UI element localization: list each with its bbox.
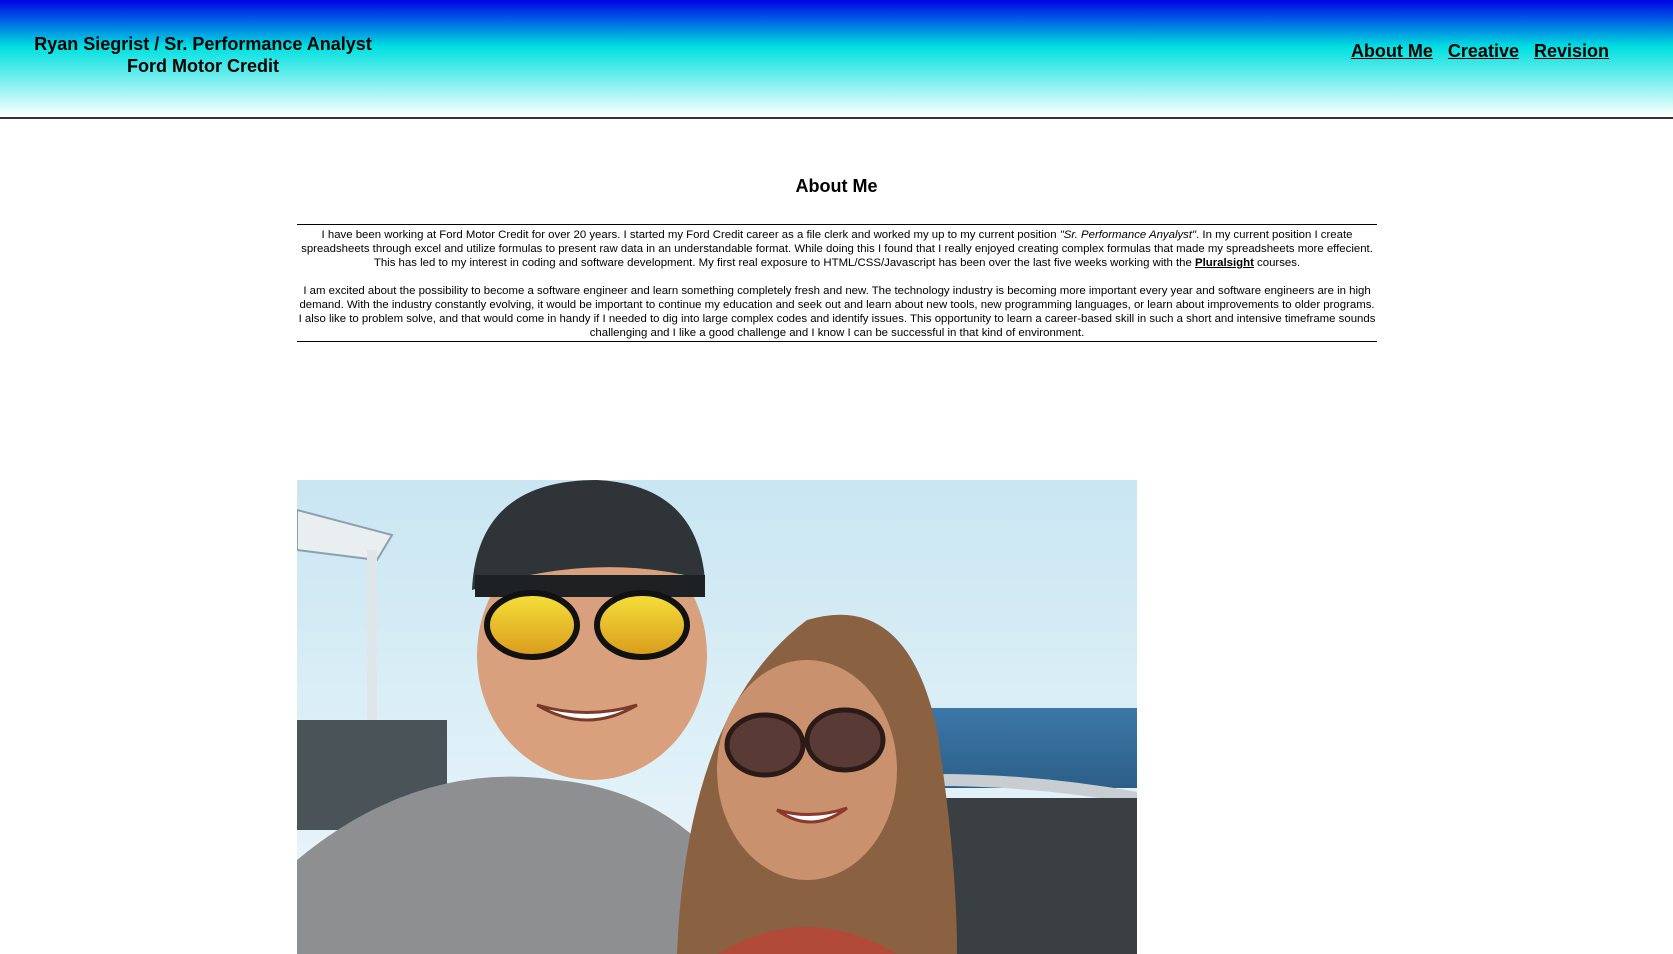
site-header: Ryan Siegrist / Sr. Performance Analyst … [0, 0, 1673, 119]
nav-link-revision[interactable]: Revision [1534, 41, 1609, 62]
main-nav: About Me Creative Revision [1351, 41, 1609, 62]
nav-link-creative[interactable]: Creative [1448, 41, 1519, 62]
position-title: "Sr. Performance Anyalyst" [1059, 229, 1197, 241]
about-section: I have been working at Ford Motor Credit… [297, 224, 1377, 342]
brand: Ryan Siegrist / Sr. Performance Analyst … [30, 33, 376, 77]
brand-name-title: Ryan Siegrist / Sr. Performance Analyst [34, 34, 372, 54]
brand-company: Ford Motor Credit [127, 56, 279, 76]
about-text: I have been working at Ford Motor Credit… [321, 229, 1060, 241]
about-text: courses. [1253, 257, 1301, 269]
photo-illustration [297, 480, 1137, 954]
about-paragraph-2: I am excited about the possibility to be… [298, 285, 1376, 339]
page-title: About Me [795, 176, 878, 196]
nav-link-about-me[interactable]: About Me [1351, 41, 1433, 62]
profile-photo [297, 480, 1137, 954]
pluralsight-link[interactable]: Pluralsight [1195, 257, 1254, 269]
about-paragraph-1: I have been working at Ford Motor Credit… [297, 228, 1377, 270]
